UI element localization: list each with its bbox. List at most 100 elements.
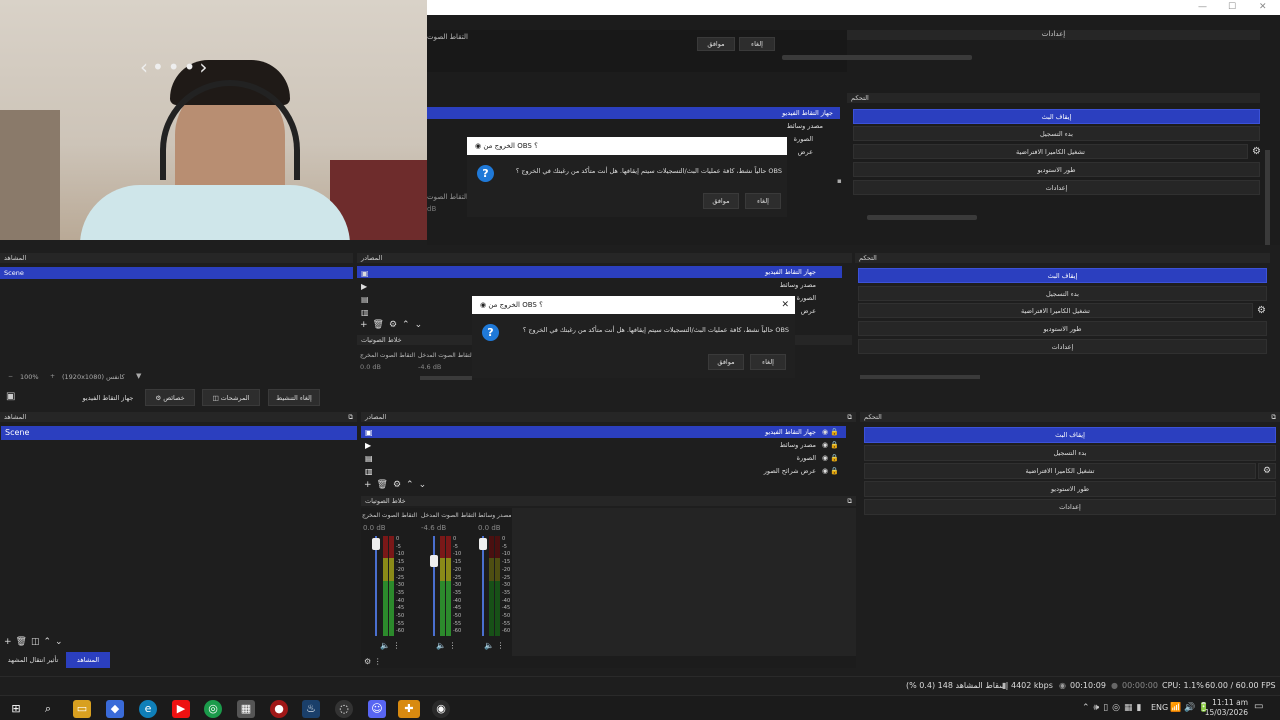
nested-top-dialog-ok[interactable]: موافق bbox=[703, 193, 739, 209]
mixer-title: خلاط الصوتيات bbox=[365, 497, 406, 505]
nested-top-cancel-button[interactable]: إلغاء bbox=[739, 37, 775, 51]
steam-icon[interactable]: ♨ bbox=[302, 700, 320, 718]
nested-top-ok-button[interactable]: موافق bbox=[697, 37, 735, 51]
nested-top-scrollbar[interactable] bbox=[782, 55, 972, 60]
nested-mid-settings[interactable]: إعدادات bbox=[858, 339, 1267, 354]
edge-icon[interactable]: e bbox=[139, 700, 157, 718]
discord-icon[interactable]: ☺ bbox=[368, 700, 386, 718]
studio-mode-button[interactable]: طور الاستوديو bbox=[864, 481, 1276, 497]
properties-button[interactable]: ⚙ خصائص bbox=[145, 389, 195, 406]
notification-icon[interactable]: ▭ bbox=[1254, 701, 1263, 712]
meter-1b bbox=[389, 536, 394, 636]
copilot-icon[interactable]: ◆ bbox=[106, 700, 124, 718]
source-item-4[interactable]: عرض شرائح الصور bbox=[700, 465, 820, 477]
source-item-2[interactable]: مصدر وسائط bbox=[700, 439, 820, 451]
sources-toolbar[interactable]: +🗑⚙⌃⌄ bbox=[364, 480, 431, 490]
speaker-icon[interactable]: 🔈 ⋮ bbox=[436, 641, 457, 650]
app-circle-icon[interactable]: ◌ bbox=[335, 700, 353, 718]
volume-slider-1[interactable] bbox=[372, 538, 380, 550]
nested-mid-zoom[interactable]: 100% bbox=[20, 373, 39, 381]
nested-mid-mixer-db-1: 0.0 dB bbox=[360, 363, 381, 371]
close-icon[interactable]: ✕ bbox=[781, 296, 789, 314]
settings-button[interactable]: إعدادات bbox=[864, 499, 1276, 515]
nested-mid-dialog-cancel[interactable]: إلغاء bbox=[750, 354, 786, 370]
mixer-channel-3-db: 0.0 dB bbox=[478, 524, 501, 532]
windows-start-icon[interactable]: ⊞ bbox=[7, 700, 25, 718]
speaker-icon[interactable]: 🔈 ⋮ bbox=[484, 641, 505, 650]
nested-top-settings[interactable]: إعدادات bbox=[847, 30, 1260, 40]
dock-menu-icon[interactable]: ⧉ bbox=[348, 412, 353, 422]
nested-mid-studio-mode[interactable]: طور الاستوديو bbox=[858, 321, 1267, 336]
maximize-button[interactable]: ☐ bbox=[1228, 2, 1236, 12]
app-red-icon[interactable]: ● bbox=[270, 700, 288, 718]
nested-top-source-1[interactable]: جهاز التقاط الفيديو bbox=[757, 107, 837, 119]
nested-mid-source-1[interactable]: جهاز التقاط الفيديو bbox=[720, 266, 820, 278]
taskbar: ⊞ ⌕ ▭ ◆ e ▶ ◎ ▦ ● ♨ ◌ ☺ ✚ ◉ ⌃🕪▯◎▦▮ ENG 📶… bbox=[0, 695, 1280, 720]
visibility-eye-icons[interactable]: ◉ 🔒 ◉ 🔒 ◉ 🔒 ◉ 🔒 bbox=[822, 426, 839, 478]
camera-icon: ▣ bbox=[6, 391, 16, 402]
filters-button[interactable]: ◫ المرشحات bbox=[202, 389, 260, 406]
mixer-channel-1-name: التقاط الصوت المخرج bbox=[362, 512, 417, 519]
nested-mid-stop-stream[interactable]: إيقاف البث bbox=[858, 268, 1267, 283]
youtube-icon[interactable]: ▶ bbox=[172, 700, 190, 718]
meter-3b bbox=[495, 536, 500, 636]
tray-icons[interactable]: ⌃🕪▯◎▦▮ bbox=[1082, 703, 1145, 713]
obs-taskbar-icon[interactable]: ◉ bbox=[432, 700, 450, 718]
nested-top-db: dB bbox=[427, 205, 437, 213]
mixer-settings-icon[interactable]: ⚙ ⋮ bbox=[364, 657, 382, 666]
question-icon: ? bbox=[477, 165, 494, 182]
virtual-camera-button[interactable]: تشغيل الكاميرا الافتراضية bbox=[864, 463, 1256, 479]
mixer-channel-2-db: -4.6 dB bbox=[421, 524, 447, 532]
language[interactable]: ENG bbox=[1151, 703, 1168, 712]
app-yellow-icon[interactable]: ✚ bbox=[398, 700, 420, 718]
nested-top-dialog-cancel[interactable]: إلغاء bbox=[745, 193, 781, 209]
nested-mid-dialog-ok[interactable]: موافق bbox=[708, 354, 744, 370]
close-window-button[interactable]: ✕ bbox=[1259, 2, 1267, 12]
source-toolbar: ▣ جهاز التقاط الفيديو ⚙ خصائص ◫ المرشحات… bbox=[0, 388, 1280, 408]
start-record-button[interactable]: بدء التسجيل bbox=[864, 445, 1276, 461]
tab-transitions[interactable]: تأثير انتقال المشهد bbox=[2, 652, 64, 668]
source-item-1[interactable]: جهاز التقاط الفيديو bbox=[700, 426, 820, 438]
chevron-down-icon[interactable]: ▼ bbox=[136, 372, 141, 380]
scene-item[interactable]: Scene bbox=[1, 426, 357, 440]
nested-top-settings-button[interactable]: إعدادات bbox=[853, 180, 1260, 195]
volume-slider-2[interactable] bbox=[430, 555, 438, 567]
stop-stream-button[interactable]: إيقاف البث bbox=[864, 427, 1276, 443]
deactivate-button[interactable]: إلغاء التنشيط bbox=[268, 389, 320, 406]
nested-mid-controls-header: التحكم bbox=[855, 253, 1270, 263]
nested-top-source-2[interactable]: مصدر وسائط bbox=[757, 120, 827, 132]
volume-slider-3[interactable] bbox=[479, 538, 487, 550]
gear-icon[interactable]: ⚙ bbox=[1257, 305, 1266, 316]
source-item-3[interactable]: الصورة bbox=[700, 452, 820, 464]
loading-dots: ‹•••› bbox=[140, 55, 212, 79]
nested-mid-start-record[interactable]: بدء التسجيل bbox=[858, 286, 1267, 301]
store-icon[interactable]: ▦ bbox=[237, 700, 255, 718]
mixer-header: خلاط الصوتيات ⧉ bbox=[361, 496, 856, 506]
meter-3a bbox=[489, 536, 494, 636]
mixer-scale-3: 0 -5 -10 -15 -20 -25 -30 -35 -40 -45 -50 -55 -60 bbox=[502, 536, 511, 635]
network-icon: ▮ bbox=[1002, 681, 1007, 690]
nested-top-exit-dialog: ◉ الخروج من OBS ؟ ? حالياً نشط، كافة عمل… bbox=[467, 137, 787, 217]
search-icon[interactable]: ⌕ bbox=[39, 700, 57, 718]
speaker-icon[interactable]: 🔈 ⋮ bbox=[380, 641, 401, 650]
minimize-button[interactable]: — bbox=[1198, 2, 1207, 12]
record-time: 00:00:00 bbox=[1122, 681, 1158, 690]
nested-top-studio-mode[interactable]: طور الاستوديو bbox=[853, 162, 1260, 177]
tab-scenes[interactable]: المشاهد bbox=[66, 652, 110, 668]
nested-mid-source-toolbar[interactable]: +🗑⚙⌃⌄ bbox=[360, 320, 427, 330]
nested-mid-scene-item[interactable]: Scene bbox=[0, 267, 353, 279]
nested-top-virtual-cam[interactable]: تشغيل الكاميرا الافتراضية bbox=[853, 144, 1248, 159]
scenes-header: المشاهد ⧉ bbox=[0, 412, 357, 422]
scenes-toolbar[interactable]: +🗑◫⌃⌄ bbox=[4, 637, 67, 647]
gear-icon[interactable]: ⚙ bbox=[1258, 463, 1276, 479]
chrome-icon[interactable]: ◎ bbox=[204, 700, 222, 718]
nested-mid-source-2[interactable]: مصدر وسائط bbox=[720, 279, 820, 291]
nested-top-start-record[interactable]: بدء التسجيل bbox=[853, 126, 1260, 141]
gear-icon[interactable]: ⚙ bbox=[1252, 146, 1261, 157]
webcam-feed: ‹•••› bbox=[0, 0, 427, 240]
nested-top-stop-stream[interactable]: إيقاف البث bbox=[853, 109, 1260, 124]
nested-mid-canvas[interactable]: (1920x1080) كانفس bbox=[62, 373, 125, 381]
file-explorer-icon[interactable]: ▭ bbox=[73, 700, 91, 718]
fps: 60.00 / 60.00 FPS bbox=[1205, 681, 1276, 690]
nested-mid-virtual-cam[interactable]: تشغيل الكاميرا الافتراضية bbox=[858, 303, 1253, 318]
